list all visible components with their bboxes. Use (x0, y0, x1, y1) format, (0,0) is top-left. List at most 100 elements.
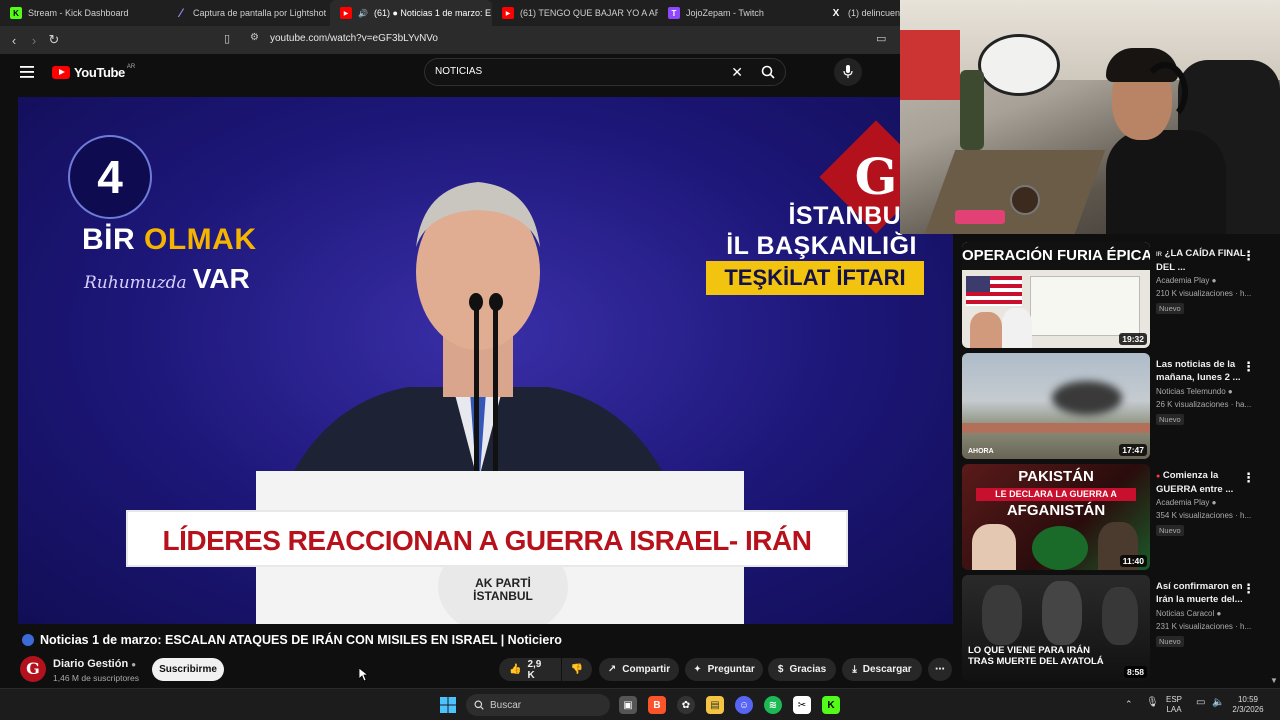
recommended-video-title[interactable]: Las noticias de la mañana, lunes 2 ... (1156, 359, 1252, 384)
recommended-channel-name[interactable]: Noticias Caracol (1156, 609, 1214, 618)
new-badge: Nuevo (1156, 636, 1184, 647)
task-view-icon[interactable]: ▣ (619, 696, 637, 714)
voice-search-button[interactable] (834, 58, 862, 86)
youtube-logo[interactable]: YouTube AR (52, 64, 135, 80)
capcut-icon[interactable]: ✂ (793, 696, 811, 714)
logo-text: YouTube (74, 65, 125, 80)
spotify-icon[interactable]: ≋ (764, 696, 782, 714)
like-button[interactable]: 👍 2,9 K (499, 658, 561, 681)
event-banner: TEŞKİLAT İFTARI (706, 261, 924, 295)
thumbnail-caption: PAKISTÁN (1018, 468, 1094, 485)
tab-lightshot[interactable]: ⁄ Captura de pantalla por Lightshot (165, 0, 330, 26)
video-thumbnail[interactable]: LO QUE VIENE PARA IRÁN TRAS MUERTE DEL A… (962, 575, 1150, 681)
download-button[interactable]: ⤓ Descargar (842, 658, 922, 681)
channel-name[interactable]: Diario Gestión ● (53, 658, 136, 670)
language-indicator[interactable]: ESP LAA (1166, 695, 1182, 715)
ask-button[interactable]: ✦ Preguntar (685, 658, 763, 681)
recommended-channel[interactable]: Noticias Caracol ● (1156, 609, 1221, 618)
share-button[interactable]: ↗ Compartir (599, 658, 679, 681)
taskbar-search-label: Buscar (490, 699, 522, 711)
network-icon[interactable]: ▭ (1196, 698, 1205, 708)
youtube-icon: ▶ (502, 7, 514, 19)
tab-label: (61) ● Noticias 1 de marzo: E (373, 8, 491, 18)
recommended-title-text[interactable]: Comienza la GUERRA entre ... (1156, 470, 1233, 495)
slogan-word-var: VAR (192, 263, 250, 294)
channel-name-text[interactable]: Diario Gestión (53, 658, 128, 670)
event-title-line2: İL BAŞKANLIĞI (726, 232, 917, 260)
more-vertical-icon[interactable]: ⋮ (1242, 359, 1255, 375)
back-icon[interactable]: ‹ (4, 33, 24, 48)
cast-icon[interactable]: ▭ (876, 32, 886, 45)
recommended-channel[interactable]: Noticias Telemundo ● (1156, 387, 1233, 396)
app-icon[interactable]: ✿ (677, 696, 695, 714)
slogan-word-bir: BİR (82, 223, 136, 256)
more-vertical-icon[interactable]: ⋮ (1242, 248, 1255, 264)
search-box[interactable]: NOTICIAS ✕ (424, 58, 786, 86)
smoke-image (1052, 381, 1122, 415)
dislike-button[interactable]: 👎 (562, 658, 592, 681)
recommended-channel-name[interactable]: Academia Play (1156, 498, 1209, 507)
twitch-icon: T (668, 7, 680, 19)
sparkle-icon: ✦ (693, 664, 702, 675)
tray-expand-icon[interactable]: ⌃ (1125, 699, 1133, 709)
video-thumbnail[interactable]: AHORA 17:47 (962, 353, 1150, 459)
address-bar: ‹ › ↻ ▯ ⚙ youtube.com/watch?v=eGF3bLYvNV… (0, 26, 900, 54)
site-settings-icon[interactable]: ⚙ (250, 32, 259, 43)
clear-search-icon[interactable]: ✕ (731, 64, 743, 81)
video-thumbnail[interactable]: PAKISTÁN LE DECLARA LA GUERRA A AFGANIST… (962, 464, 1150, 570)
thanks-button[interactable]: $ Gracias (768, 658, 836, 681)
feather-icon: ⁄ (179, 6, 182, 20)
more-vertical-icon[interactable]: ⋮ (1242, 581, 1255, 597)
video-player[interactable]: 4 BİR OLMAK Ruhumuzda VAR G İSTANBUL İL B… (18, 97, 953, 624)
recommended-video-title[interactable]: IR ¿LA CAÍDA FINAL DEL ... (1156, 248, 1252, 274)
file-explorer-icon[interactable]: ▤ (706, 696, 724, 714)
bookmark-icon[interactable]: ▯ (224, 32, 230, 45)
subscribe-button[interactable]: Suscribirme (152, 658, 224, 681)
slogan-script: Ruhumuzda VAR (84, 263, 250, 295)
recommended-video-title[interactable]: ● Comienza la GUERRA entre ... (1156, 470, 1252, 496)
recommended-video-title[interactable]: Así confirmaron en Irán la muerte del... (1156, 581, 1252, 606)
recommended-video[interactable]: LO QUE VIENE PARA IRÁN TRAS MUERTE DEL A… (962, 575, 1280, 681)
tab-kick-dashboard[interactable]: K Stream - Kick Dashboard (0, 0, 165, 26)
scroll-down-icon[interactable]: ▼ (1270, 676, 1278, 685)
reload-icon[interactable]: ↻ (44, 32, 64, 48)
taskbar-search[interactable]: Buscar (466, 694, 610, 716)
recommended-video[interactable]: AHORA 17:47 Las noticias de la mañana, l… (962, 353, 1280, 459)
verified-icon: ● (1216, 609, 1222, 618)
more-actions-button[interactable]: ⋯ (928, 658, 952, 681)
recommended-channel[interactable]: Academia Play ● (1156, 498, 1216, 507)
recommended-channel-name[interactable]: Academia Play (1156, 276, 1209, 285)
kick-icon[interactable]: K (822, 696, 840, 714)
tab-youtube-tengo[interactable]: ▶ (61) TENGO QUE BAJAR YO A ARREG (492, 0, 658, 26)
download-label: Descargar (862, 664, 912, 675)
recommended-views: 210 K visualizaciones · h... (1156, 289, 1252, 298)
keyboard-layout: LAA (1166, 705, 1182, 714)
recommended-channel[interactable]: Academia Play ● (1156, 276, 1216, 285)
live-dot-icon (22, 634, 34, 646)
recommended-title-text[interactable]: ¿LA CAÍDA FINAL DEL ... (1156, 248, 1246, 273)
forward-icon[interactable]: › (24, 33, 44, 48)
search-icon[interactable] (761, 65, 775, 79)
brave-browser-icon[interactable]: B (648, 696, 666, 714)
video-thumbnail[interactable]: OPERACIÓN FURIA ÉPICA 19:32 (962, 242, 1150, 348)
map-board-image (1030, 276, 1140, 336)
tab-youtube-noticias[interactable]: ▶ 🔊 (61) ● Noticias 1 de marzo: E ✕ (330, 0, 492, 26)
menu-icon[interactable] (20, 66, 34, 78)
clock[interactable]: 10:59 2/3/2026 (1228, 695, 1268, 715)
windows-start-icon[interactable] (440, 697, 456, 713)
recommended-video[interactable]: PAKISTÁN LE DECLARA LA GUERRA A AFGANIST… (962, 464, 1280, 570)
verified-icon: ● (131, 660, 137, 669)
tab-label: (1) delincuente (848, 8, 900, 18)
search-input[interactable]: NOTICIAS (435, 66, 482, 77)
discord-icon[interactable]: ☺ (735, 696, 753, 714)
mouse-cursor-icon (359, 668, 369, 682)
channel-avatar[interactable]: G (20, 656, 46, 682)
microphone-icon[interactable]: 🎙 (1146, 698, 1159, 708)
recommended-channel-name[interactable]: Noticias Telemundo (1156, 387, 1226, 396)
more-vertical-icon[interactable]: ⋮ (1242, 470, 1255, 486)
volume-icon[interactable]: 🔈 (1212, 698, 1224, 708)
url-text[interactable]: youtube.com/watch?v=eGF3bLYvNVo (270, 33, 438, 44)
tab-twitch[interactable]: T JojoZepam - Twitch (658, 0, 820, 26)
tab-x[interactable]: X (1) delincuente (820, 0, 900, 26)
recommended-video[interactable]: OPERACIÓN FURIA ÉPICA 19:32 IR ¿LA CAÍDA… (962, 242, 1280, 348)
